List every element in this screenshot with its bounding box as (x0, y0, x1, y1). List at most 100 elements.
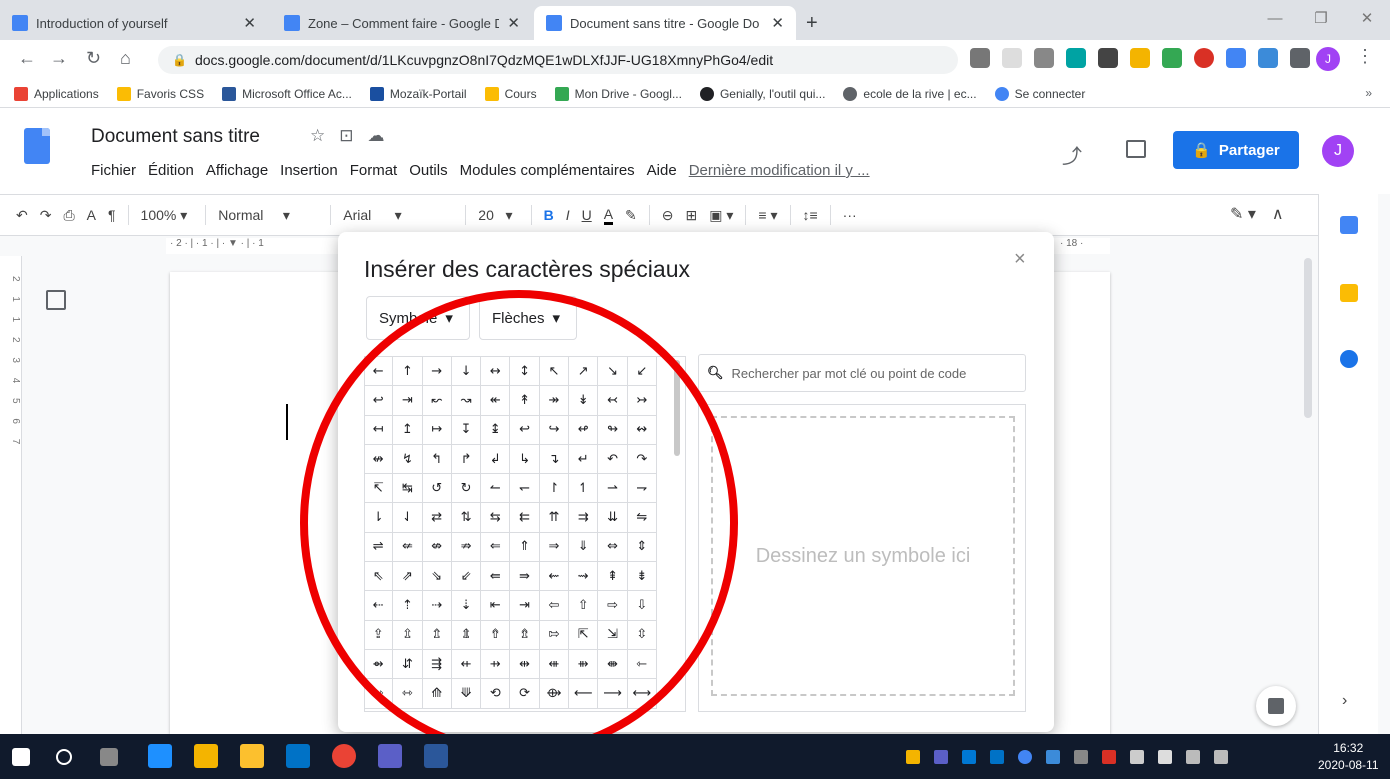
symbol-cell[interactable]: ⟵ (569, 679, 599, 709)
symbol-cell[interactable]: ⇊ (598, 503, 628, 533)
docs-logo-icon[interactable] (24, 128, 50, 164)
symbol-cell[interactable]: ⇿ (393, 679, 423, 709)
bookmark-genially[interactable]: Genially, l'outil qui... (699, 86, 825, 101)
symbol-cell[interactable]: ↦ (422, 415, 452, 445)
undo-icon[interactable]: ↶ (16, 207, 28, 224)
menu-modules[interactable]: Modules complémentaires (460, 162, 635, 179)
symbol-cell[interactable]: ↽ (510, 474, 540, 504)
symbol-cell[interactable]: ⇖ (365, 562, 394, 592)
symbol-cell[interactable]: ↱ (451, 444, 482, 475)
wifi-tray-icon[interactable] (1186, 750, 1200, 764)
symbol-cell[interactable]: ⇣ (451, 591, 482, 621)
symbol-cell[interactable]: ⇦ (539, 591, 570, 621)
symbol-cell[interactable]: ↗ (569, 357, 599, 387)
symbol-cell[interactable]: ↑ (393, 357, 423, 387)
battery-tray-icon[interactable] (1158, 750, 1172, 764)
extension-icon[interactable] (1098, 48, 1118, 68)
symbol-cell[interactable]: ⇟ (627, 562, 657, 592)
usb-tray-icon[interactable] (1130, 750, 1144, 764)
symbol-cell[interactable]: ⇔ (598, 532, 628, 563)
bookmark-ecole[interactable]: ecole de la rive | ec... (843, 86, 977, 101)
symbol-cell[interactable]: ↾ (539, 474, 570, 504)
app-tray-icon[interactable] (1102, 750, 1116, 764)
back-icon[interactable]: ← (18, 48, 36, 69)
symbol-cell[interactable]: ⇾ (365, 679, 394, 709)
symbol-cell[interactable]: ↠ (539, 386, 570, 416)
file-explorer-icon[interactable] (240, 744, 264, 768)
mail-tray-icon[interactable] (906, 750, 920, 764)
symbol-cell[interactable]: ↻ (451, 474, 482, 504)
symbol-cell[interactable]: ⇝ (569, 562, 599, 592)
symbol-cell[interactable]: ⇤ (481, 591, 511, 621)
symbol-cell[interactable]: ⇴ (365, 649, 394, 680)
close-window-icon[interactable]: ✕ (1344, 0, 1390, 40)
symbol-cell[interactable]: ↫ (569, 415, 599, 445)
symbol-cell[interactable]: ↪ (539, 415, 570, 445)
bookmark-favoris-css[interactable]: Favoris CSS (116, 86, 204, 101)
symbol-cell[interactable]: ⇋ (627, 503, 657, 533)
tab-introduction[interactable]: Introduction of yourself ✕ (0, 6, 268, 40)
url-input[interactable]: 🔒 docs.google.com/document/d/1LKcuvpgnzO… (158, 46, 958, 74)
maximize-icon[interactable]: ❐ (1298, 0, 1344, 40)
symbol-cell[interactable]: ↴ (539, 444, 570, 475)
symbol-cell[interactable]: ↨ (481, 415, 511, 445)
symbol-cell[interactable]: ⇆ (481, 503, 511, 533)
symbol-cell[interactable]: ⇳ (627, 620, 657, 650)
puzzle-icon[interactable] (1290, 48, 1310, 68)
bold-icon[interactable]: B (544, 207, 554, 223)
symbol-grid-scrollbar[interactable] (674, 360, 680, 456)
minimize-icon[interactable]: — (1252, 0, 1298, 40)
symbol-cell[interactable]: ⇩ (627, 591, 657, 621)
symbol-cell[interactable]: ↭ (627, 415, 657, 445)
print-icon[interactable]: ⎙ (63, 207, 74, 224)
symbol-cell[interactable]: ↮ (365, 444, 394, 475)
outlook-tray-icon[interactable] (990, 750, 1004, 764)
calendar-icon[interactable] (1340, 216, 1358, 234)
extension-icon[interactable] (1130, 48, 1150, 68)
symbol-cell[interactable]: ↬ (598, 415, 628, 445)
text-color-icon[interactable]: A (603, 206, 614, 225)
forward-icon[interactable]: → (50, 48, 68, 69)
underline-icon[interactable]: U (582, 207, 592, 223)
symbol-cell[interactable]: ↘ (598, 357, 628, 387)
editing-mode-icon[interactable]: ✎ ▾ (1230, 204, 1256, 224)
symbol-cell[interactable]: ↣ (627, 386, 657, 416)
explore-button[interactable] (1256, 686, 1296, 726)
symbol-cell[interactable]: ⇥ (510, 591, 540, 621)
symbol-cell[interactable]: ↩ (365, 386, 394, 416)
symbol-cell[interactable]: ⇷ (451, 649, 482, 680)
symbol-cell[interactable]: ⟱ (451, 679, 482, 709)
symbol-cell[interactable]: ⇸ (481, 649, 511, 680)
symbol-cell[interactable]: ↥ (393, 415, 423, 445)
volume-tray-icon[interactable] (1214, 750, 1228, 764)
symbol-cell[interactable]: ⇼ (598, 649, 628, 680)
last-edit-link[interactable]: Dernière modification il y ... (689, 162, 870, 179)
symbol-cell[interactable]: ← (365, 357, 394, 387)
profile-avatar[interactable]: J (1316, 47, 1340, 71)
move-folder-icon[interactable]: ⊡ (339, 126, 353, 146)
symbol-cell[interactable]: ↲ (481, 444, 511, 475)
adblock-icon[interactable] (1194, 48, 1214, 68)
zoom-select[interactable]: 100% ▾ (141, 207, 194, 224)
symbol-cell[interactable]: ↳ (510, 444, 540, 475)
tab-zone[interactable]: Zone – Comment faire - Google D ✕ (272, 6, 532, 40)
close-icon[interactable]: ✕ (243, 14, 256, 32)
symbol-cell[interactable]: ⇽ (627, 649, 657, 680)
symbol-cell[interactable]: ↝ (451, 386, 482, 416)
symbol-cell[interactable]: ⇚ (481, 562, 511, 592)
symbol-cell[interactable]: ↞ (481, 386, 511, 416)
bookmark-cours[interactable]: Cours (484, 86, 537, 101)
symbol-cell[interactable]: ⇥ (393, 386, 423, 416)
symbol-cell[interactable]: ⟴ (539, 679, 570, 709)
symbol-cell[interactable]: ⟷ (627, 679, 657, 709)
star-icon[interactable]: ☆ (310, 126, 325, 146)
symbol-cell[interactable]: ⇛ (510, 562, 540, 592)
symbol-cell[interactable]: ⇎ (422, 532, 452, 563)
symbol-cell[interactable]: ↸ (365, 474, 394, 504)
symbol-cell[interactable]: ↺ (422, 474, 452, 504)
symbol-cell[interactable]: ↖ (539, 357, 570, 387)
search-icon[interactable] (56, 749, 72, 765)
sticky-notes-icon[interactable] (194, 744, 218, 768)
redo-icon[interactable]: ↷ (40, 207, 52, 224)
font-select[interactable]: Arial ▾ (343, 207, 453, 224)
